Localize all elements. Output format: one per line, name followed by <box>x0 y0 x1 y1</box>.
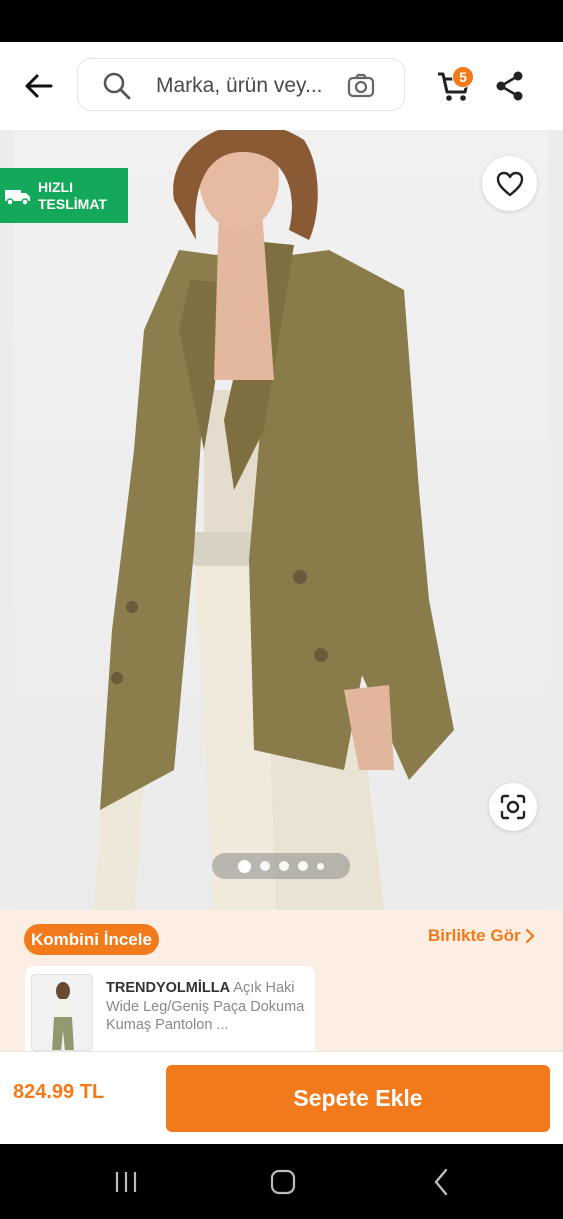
pagination-dot[interactable] <box>279 861 289 871</box>
cart-count-badge: 5 <box>452 66 474 88</box>
chevron-left-icon <box>434 1168 448 1196</box>
product-image-gallery[interactable]: HIZLI TESLİMAT <box>0 130 563 910</box>
fast-delivery-line2: TESLİMAT <box>38 195 107 212</box>
system-back-button[interactable] <box>421 1164 461 1200</box>
add-to-cart-button[interactable]: Sepete Ekle <box>166 1065 550 1132</box>
product-price: 824.99 TL <box>13 1081 105 1103</box>
status-bar <box>0 0 563 42</box>
favorite-button[interactable] <box>482 156 537 211</box>
back-button[interactable] <box>18 68 58 104</box>
search-placeholder: Marka, ürün vey... <box>156 74 323 97</box>
gallery-pagination <box>212 853 350 879</box>
arrow-left-icon <box>25 74 53 98</box>
recent-apps-button[interactable] <box>106 1164 146 1200</box>
combo-product-card[interactable]: TRENDYOLMİLLA Açık Haki Wide Leg/Geniş P… <box>25 966 315 1051</box>
camera-search-icon[interactable] <box>346 71 376 101</box>
product-photo-illustration <box>94 130 454 910</box>
combo-product-thumbnail <box>31 974 93 1051</box>
home-button[interactable] <box>263 1164 303 1200</box>
combo-product-description: TRENDYOLMİLLA Açık Haki Wide Leg/Geniş P… <box>106 979 311 1035</box>
share-button[interactable] <box>494 70 526 102</box>
see-together-label: Birlikte Gör <box>428 926 521 945</box>
truck-icon <box>5 189 30 206</box>
share-icon <box>496 71 523 101</box>
product-photo <box>14 130 548 910</box>
search-input[interactable]: Marka, ürün vey... <box>77 58 405 111</box>
home-icon <box>270 1169 296 1195</box>
bottom-purchase-bar: 824.99 TL Sepete Ekle <box>0 1051 563 1144</box>
fast-delivery-badge: HIZLI TESLİMAT <box>0 168 128 223</box>
recent-apps-icon <box>115 1172 137 1192</box>
visual-search-button[interactable] <box>489 783 537 831</box>
system-navigation-bar <box>0 1144 563 1219</box>
scan-icon <box>500 794 526 820</box>
pagination-dot-active[interactable] <box>238 859 251 873</box>
combo-review-button[interactable]: Kombini İncele <box>24 924 159 955</box>
heart-icon <box>496 171 523 196</box>
top-app-bar: Marka, ürün vey... 5 <box>0 42 563 130</box>
combo-section: Kombini İncele Birlikte Gör TRENDYOLMİLL… <box>0 910 563 1051</box>
search-icon <box>103 72 131 100</box>
fast-delivery-line1: HIZLI <box>38 178 73 195</box>
pagination-dot[interactable] <box>317 862 324 870</box>
chevron-right-icon <box>525 929 535 943</box>
see-together-link[interactable]: Birlikte Gör <box>428 926 535 946</box>
pagination-dot[interactable] <box>298 861 308 871</box>
pagination-dot[interactable] <box>260 861 270 871</box>
combo-product-image <box>52 982 74 1050</box>
combo-product-brand: TRENDYOLMİLLA <box>106 980 231 996</box>
